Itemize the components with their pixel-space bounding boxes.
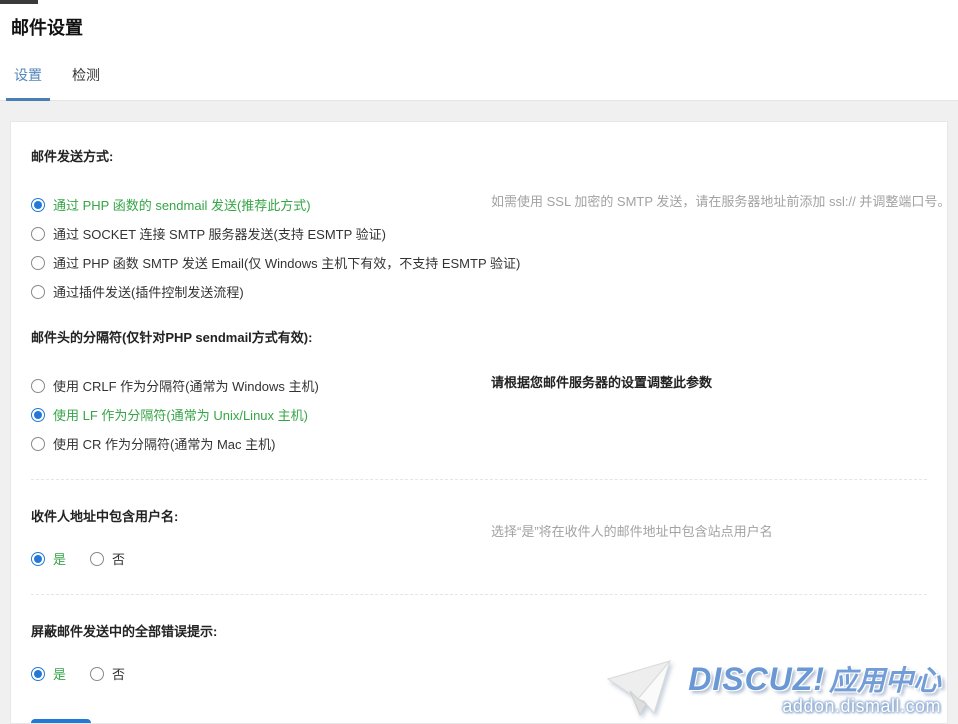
watermark-domain: addon.dismall.com <box>782 696 941 717</box>
radio-label: 通过 PHP 函数的 sendmail 发送(推荐此方式) <box>53 195 311 214</box>
radio-dot <box>34 201 42 209</box>
radio-unselected-icon[interactable] <box>31 379 45 393</box>
radio-dot <box>34 555 42 563</box>
radio-option[interactable]: 使用 LF 作为分隔符(通常为 Unix/Linux 主机) <box>31 405 927 424</box>
radio-unselected-icon[interactable] <box>31 437 45 451</box>
radio-option[interactable]: 否 <box>90 549 125 568</box>
page-header: 邮件设置 <box>0 0 958 40</box>
radio-unselected-icon[interactable] <box>31 285 45 299</box>
radio-selected-icon[interactable] <box>31 408 45 422</box>
radio-dot <box>34 411 42 419</box>
page-title: 邮件设置 <box>11 14 958 40</box>
radio-unselected-icon[interactable] <box>31 227 45 241</box>
section-label: 屏蔽邮件发送中的全部错误提示: <box>31 621 927 640</box>
radio-label: 否 <box>112 664 125 683</box>
radio-option[interactable]: 是 <box>31 549 66 568</box>
radio-selected-icon[interactable] <box>31 667 45 681</box>
section-hint: 请根据您邮件服务器的设置调整此参数 <box>491 373 948 393</box>
radio-label: 否 <box>112 549 125 568</box>
radio-unselected-icon[interactable] <box>90 667 104 681</box>
radio-dot <box>34 670 42 678</box>
sections-container: 邮件发送方式: 通过 PHP 函数的 sendmail 发送(推荐此方式) 通过 S… <box>31 146 927 683</box>
radio-option[interactable]: 通过插件发送(插件控制发送流程) <box>31 282 927 301</box>
radio-option[interactable]: 否 <box>90 664 125 683</box>
radio-label: 使用 CR 作为分隔符(通常为 Mac 主机) <box>53 434 275 453</box>
settings-section: 收件人地址中包含用户名:是否选择“是”将在收件人的邮件地址中包含站点用户名 <box>31 479 927 568</box>
tab-settings[interactable]: 设置 <box>6 65 50 101</box>
radio-label: 通过 SOCKET 连接 SMTP 服务器发送(支持 ESMTP 验证) <box>53 224 386 243</box>
section-hint: 如需使用 SSL 加密的 SMTP 发送，请在服务器地址前添加 ssl:// 并… <box>491 192 948 212</box>
radio-label: 使用 CRLF 作为分隔符(通常为 Windows 主机) <box>53 376 319 395</box>
radio-selected-icon[interactable] <box>31 552 45 566</box>
radio-label: 使用 LF 作为分隔符(通常为 Unix/Linux 主机) <box>53 405 308 424</box>
screen-edge-artifact <box>0 0 38 4</box>
radio-option[interactable]: 通过 PHP 函数 SMTP 发送 Email(仅 Windows 主机下有效，… <box>31 253 927 272</box>
settings-section: 邮件发送方式: 通过 PHP 函数的 sendmail 发送(推荐此方式) 通过 S… <box>31 146 927 301</box>
tab-detect[interactable]: 检测 <box>64 65 108 98</box>
radio-option[interactable]: 使用 CR 作为分隔符(通常为 Mac 主机) <box>31 434 927 453</box>
radio-label: 通过插件发送(插件控制发送流程) <box>53 282 244 301</box>
section-label: 邮件头的分隔符(仅针对PHP sendmail方式有效): <box>31 327 927 346</box>
radio-option[interactable]: 是 <box>31 664 66 683</box>
submit-row: 提交 <box>31 719 927 724</box>
settings-panel: 邮件发送方式: 通过 PHP 函数的 sendmail 发送(推荐此方式) 通过 S… <box>10 121 948 724</box>
radio-label: 是 <box>53 664 66 683</box>
submit-button[interactable]: 提交 <box>31 719 91 724</box>
tab-bar: 设置检测 <box>0 64 958 101</box>
settings-section: 屏蔽邮件发送中的全部错误提示:是否 <box>31 594 927 683</box>
settings-section: 邮件头的分隔符(仅针对PHP sendmail方式有效): 使用 CRLF 作为分… <box>31 327 927 453</box>
radio-unselected-icon[interactable] <box>90 552 104 566</box>
page-background: 邮件发送方式: 通过 PHP 函数的 sendmail 发送(推荐此方式) 通过 S… <box>0 101 958 724</box>
section-label: 邮件发送方式: <box>31 146 927 165</box>
radio-label: 通过 PHP 函数 SMTP 发送 Email(仅 Windows 主机下有效，… <box>53 253 520 272</box>
radio-selected-icon[interactable] <box>31 198 45 212</box>
radio-option[interactable]: 通过 SOCKET 连接 SMTP 服务器发送(支持 ESMTP 验证) <box>31 224 927 243</box>
radio-unselected-icon[interactable] <box>31 256 45 270</box>
radio-group: 是否 <box>31 549 927 568</box>
section-hint: 选择“是”将在收件人的邮件地址中包含站点用户名 <box>491 522 948 542</box>
radio-group: 是否 <box>31 664 927 683</box>
radio-label: 是 <box>53 549 66 568</box>
